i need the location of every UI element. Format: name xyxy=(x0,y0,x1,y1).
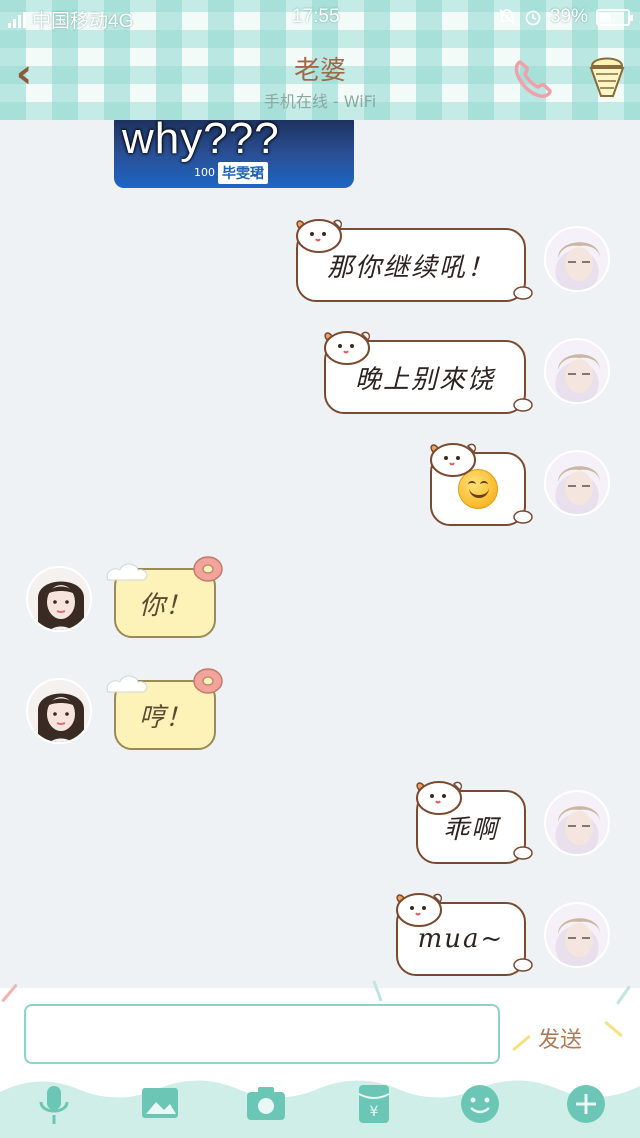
my-avatar[interactable] xyxy=(544,338,610,404)
message-text: 哼！ xyxy=(138,702,191,733)
image-message[interactable]: why??? 100 毕雯珺 xyxy=(114,120,354,188)
my-avatar[interactable] xyxy=(544,226,610,292)
image-caption: 毕雯珺 xyxy=(218,162,268,184)
image-icon[interactable] xyxy=(138,1082,182,1126)
cloud-icon xyxy=(106,563,148,581)
my-avatar[interactable] xyxy=(544,790,610,856)
chat-title[interactable]: 老婆 xyxy=(220,50,420,87)
hamster-icon xyxy=(416,781,463,815)
clock: 17:55 xyxy=(292,6,340,27)
paw-icon xyxy=(513,846,533,860)
send-button[interactable]: 发送 xyxy=(538,1022,582,1054)
paw-icon xyxy=(513,286,533,300)
hamster-icon xyxy=(296,219,343,253)
confetti-decoration xyxy=(604,1020,623,1038)
confetti-decoration xyxy=(615,985,632,1005)
donut-icon xyxy=(193,556,223,582)
plus-icon[interactable] xyxy=(564,1082,608,1126)
message-text: 你！ xyxy=(138,590,191,621)
image-overlay-text: why??? xyxy=(122,120,280,163)
hamster-icon xyxy=(430,443,477,477)
chevron-left-icon[interactable]: ‹ xyxy=(6,54,42,94)
composer-panel: 发送 ¥ xyxy=(0,980,640,1138)
wave-decoration xyxy=(0,1080,640,1138)
paw-icon xyxy=(513,510,533,524)
online-status: 手机在线 - WiFi xyxy=(263,92,377,111)
signal-icon xyxy=(8,11,26,28)
message-input[interactable] xyxy=(24,1004,500,1064)
paw-icon xyxy=(513,958,533,972)
message-text: 那你继续吼！ xyxy=(326,252,495,283)
hamster-icon xyxy=(324,331,371,365)
chat-list[interactable]: why??? 100 毕雯珺 那你继续吼！ 晚上别來饶 你！ 哼！ 乖啊 mua… xyxy=(0,120,640,988)
paw-icon xyxy=(513,398,533,412)
emoji-icon[interactable] xyxy=(458,1082,502,1126)
battery-icon xyxy=(596,8,633,26)
alarm-icon xyxy=(525,10,541,26)
red-packet-icon[interactable]: ¥ xyxy=(352,1082,396,1126)
battery-percent: 39% xyxy=(549,6,588,27)
camera-icon[interactable] xyxy=(244,1082,288,1126)
my-avatar[interactable] xyxy=(544,902,610,968)
donut-icon xyxy=(193,668,223,694)
svg-text:¥: ¥ xyxy=(370,1104,379,1120)
mute-icon xyxy=(499,9,515,25)
cloud-icon xyxy=(106,675,148,693)
hamster-icon xyxy=(396,893,443,927)
contact-avatar[interactable] xyxy=(26,678,92,744)
confetti-decoration xyxy=(512,1034,531,1052)
status-bar: 中国移动4G 17:55 39% xyxy=(0,0,640,34)
jersey-number: 100 xyxy=(194,166,215,179)
ice-cream-icon[interactable] xyxy=(586,50,628,102)
carrier-label: 中国移动4G xyxy=(32,11,134,32)
phone-icon[interactable] xyxy=(510,54,558,102)
contact-avatar[interactable] xyxy=(26,566,92,632)
header-bar: 中国移动4G 17:55 39% ‹ 老婆 手机在线 - WiFi xyxy=(0,0,640,120)
microphone-icon[interactable] xyxy=(32,1082,76,1126)
my-avatar[interactable] xyxy=(544,450,610,516)
